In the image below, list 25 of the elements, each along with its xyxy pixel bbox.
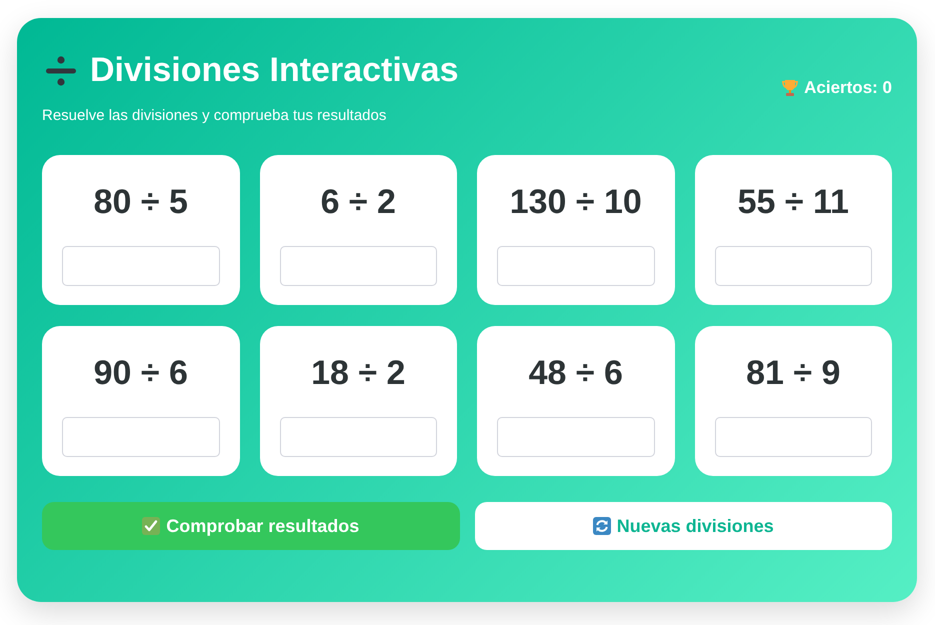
check-results-button[interactable]: Comprobar resultados (42, 502, 460, 550)
score-label: Aciertos: 0 (804, 78, 892, 98)
subtitle: Resuelve las divisiones y comprueba tus resultados (42, 107, 388, 125)
new-divisions-button[interactable]: Nuevas divisiones (474, 502, 892, 550)
refresh-icon (592, 517, 611, 535)
answer-field[interactable] (497, 417, 654, 457)
division-expression: 48 ÷ 6 (528, 353, 623, 394)
checkmark-icon (142, 517, 160, 535)
answer-field[interactable] (714, 417, 872, 457)
page-title: Divisiones Interactivas (90, 50, 459, 91)
division-expression: 6 ÷ 2 (320, 182, 396, 223)
answer-field[interactable] (62, 246, 220, 286)
division-expression: 80 ÷ 5 (94, 182, 188, 223)
answer-field[interactable] (62, 417, 220, 457)
division-expression: 55 ÷ 11 (738, 182, 849, 223)
division-expression: 90 ÷ 6 (94, 353, 188, 394)
divide-icon (45, 54, 77, 86)
answer-field[interactable] (280, 246, 437, 286)
division-expression: 81 ÷ 9 (746, 353, 840, 394)
division-expression: 18 ÷ 2 (311, 353, 406, 394)
answer-field[interactable] (714, 246, 872, 286)
answer-field[interactable] (497, 246, 654, 286)
trophy-icon (781, 78, 800, 96)
answer-field[interactable] (280, 417, 437, 457)
division-expression: 130 ÷ 10 (510, 182, 642, 223)
